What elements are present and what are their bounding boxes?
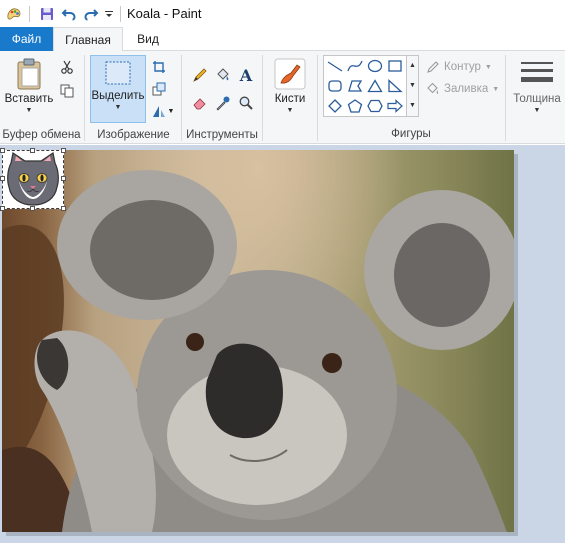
scroll-up-icon[interactable]: ▲ [407,56,418,76]
clipboard-group-label: Буфер обмена [2,129,81,141]
clipboard-icon [2,57,56,91]
rounded-rectangle-shape-icon[interactable] [325,77,345,95]
brushes-button[interactable]: Кисти ▼ [267,57,313,114]
resize-handle[interactable] [30,148,35,153]
koala-illustration [2,170,514,532]
scroll-down-icon[interactable]: ▼ [407,76,418,96]
separator [262,55,263,141]
triangle-shape-icon[interactable] [365,77,385,95]
ribbon: Вставить ▼ Буфер обмена Выделить ▼ ▼ Изо… [0,51,565,144]
fill-label: Заливка [444,83,489,95]
cut-icon[interactable] [57,57,77,77]
select-rectangle-icon [91,56,145,88]
tab-home[interactable]: Главная [53,27,123,52]
fill-dropdown[interactable]: Заливка ▼ [426,82,499,96]
image-group: Выделить ▼ ▼ Изображение [85,51,182,144]
size-button[interactable]: Толщина ▼ [509,57,565,114]
right-triangle-shape-icon[interactable] [385,77,405,95]
shapes-group-label: Фигуры [391,128,431,140]
rectangle-shape-icon[interactable] [385,57,405,75]
chevron-down-icon: ▼ [25,107,33,114]
tools-group: A Инструменты [182,51,262,144]
magnifier-icon[interactable] [236,93,256,113]
resize-handle[interactable] [0,148,5,153]
hexagon-shape-icon[interactable] [365,97,385,115]
resize-handle[interactable] [30,206,35,211]
select-button[interactable]: Выделить ▼ [90,55,146,123]
tab-view[interactable]: Вид [123,27,173,51]
chevron-down-icon: ▼ [484,63,492,71]
outline-pen-icon [427,61,439,73]
paste-button[interactable]: Вставить ▼ [2,57,56,114]
cat-face-icon [7,152,59,206]
polygon-shape-icon[interactable] [345,77,365,95]
separator [120,5,121,22]
chevron-down-icon: ▼ [167,107,175,115]
separator [29,5,30,22]
expand-gallery-icon[interactable]: ▼ [407,96,418,116]
window-title: Koala - Paint [127,6,202,21]
eraser-icon[interactable] [190,93,210,113]
text-tool-icon[interactable]: A [236,65,256,85]
curve-shape-icon[interactable] [345,57,365,75]
customize-dropdown-icon[interactable] [102,3,116,25]
paint-app-icon[interactable] [3,3,25,25]
pasted-selection[interactable] [0,148,66,211]
resize-handle[interactable] [0,176,5,181]
pencil-icon[interactable] [190,65,210,85]
size-label: Толщина [513,93,561,105]
title-bar: Koala - Paint [0,0,565,27]
chevron-down-icon: ▼ [286,107,294,114]
shapes-gallery-scroll[interactable]: ▲ ▼ ▼ [406,55,419,117]
line-shape-icon[interactable] [325,57,345,75]
arrow-right-shape-icon[interactable] [385,97,405,115]
copy-icon[interactable] [57,81,77,101]
outline-dropdown[interactable]: Контур ▼ [426,60,492,74]
oval-shape-icon[interactable] [365,57,385,75]
resize-handle[interactable] [0,206,5,211]
separator [505,55,506,141]
chevron-down-icon: ▼ [114,104,122,111]
undo-icon[interactable] [58,3,80,25]
resize-handle[interactable] [61,206,66,211]
quick-access-toolbar [0,0,127,27]
brushes-label: Кисти [274,93,306,105]
save-icon[interactable] [36,3,58,25]
shapes-gallery [323,55,407,117]
tools-group-label: Инструменты [186,129,258,141]
chevron-down-icon: ▼ [533,107,541,114]
crop-icon[interactable] [149,57,169,77]
fill-bucket-icon[interactable] [213,65,233,85]
brush-icon [267,57,313,91]
fill-bucket-small-icon [427,82,439,94]
image-group-label: Изображение [97,129,170,141]
select-label: Выделить [91,90,145,102]
line-thickness-icon [509,57,565,91]
redo-icon[interactable] [80,3,102,25]
resize-icon[interactable] [149,79,169,99]
chevron-down-icon: ▼ [492,85,500,93]
color-picker-icon[interactable] [213,93,233,113]
tab-file[interactable]: Файл [0,27,53,51]
clipboard-group: Вставить ▼ Буфер обмена [0,51,83,144]
paste-label: Вставить [4,93,54,105]
resize-handle[interactable] [61,176,66,181]
drawing-canvas[interactable] [2,150,514,532]
outline-label: Контур [444,61,481,73]
diamond-shape-icon[interactable] [325,97,345,115]
pentagon-shape-icon[interactable] [345,97,365,115]
ribbon-tabs: Файл Главная Вид [0,27,565,52]
resize-handle[interactable] [61,148,66,153]
rotate-icon[interactable]: ▼ [149,101,177,121]
